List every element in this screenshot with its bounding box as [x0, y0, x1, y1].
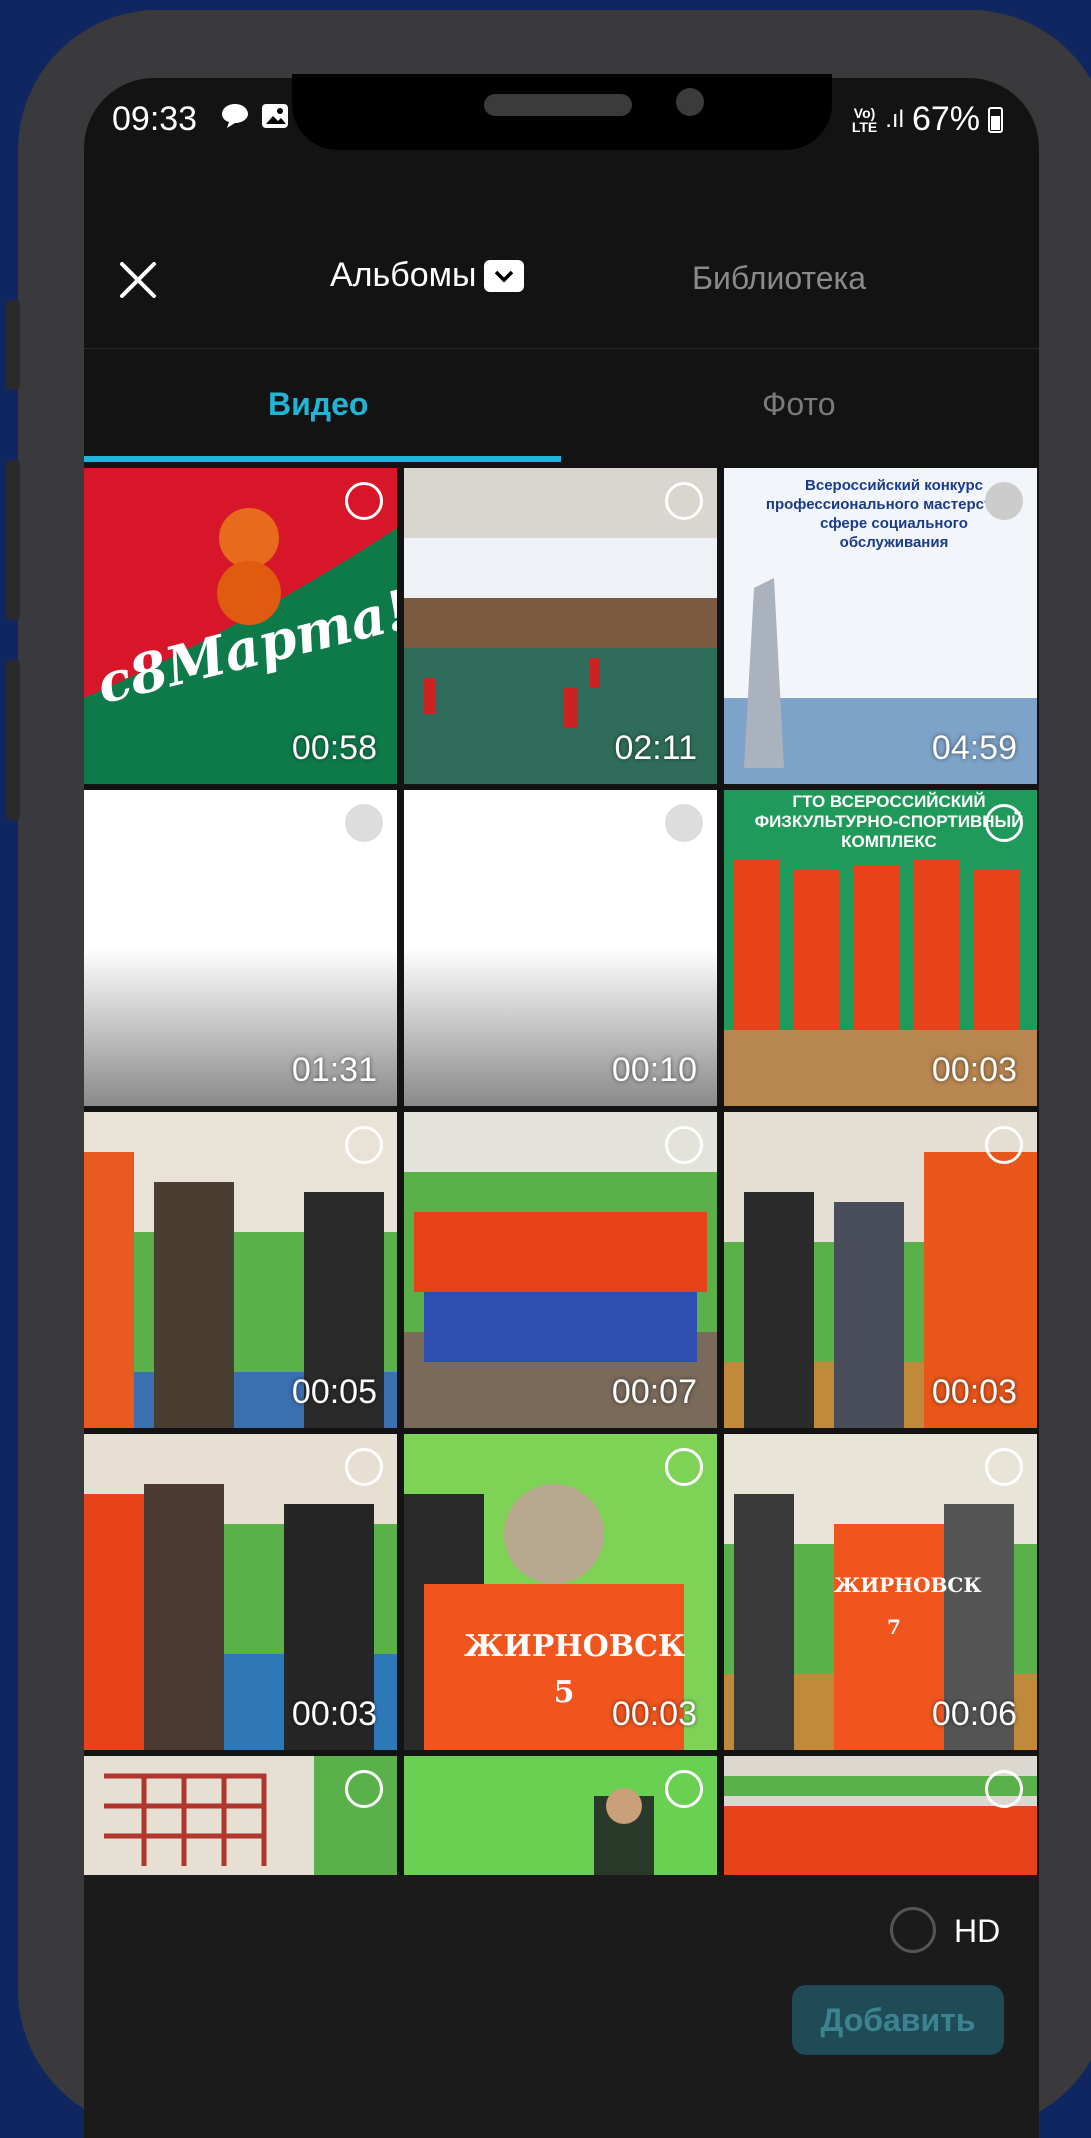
media-thumbnail[interactable]: 00:03	[84, 1434, 397, 1750]
media-thumbnail[interactable]: 00:07	[404, 1112, 717, 1428]
phone-screen: 09:33 Vo) LTE .ıl 67% Альбомы Библиотека…	[84, 78, 1039, 2138]
close-icon[interactable]	[114, 256, 162, 304]
top-bar: Альбомы Библиотека	[84, 208, 1039, 349]
select-circle[interactable]	[345, 482, 383, 520]
hd-label: HD	[954, 1913, 1001, 1949]
video-duration: 00:03	[291, 1695, 377, 1733]
media-thumbnail[interactable]	[404, 1756, 717, 1875]
video-duration: 00:03	[931, 1051, 1017, 1089]
media-tabs: Видео Фото	[84, 350, 1039, 462]
chevron-down-icon	[484, 259, 525, 292]
thumbnail-image	[404, 1756, 717, 1875]
video-duration: 02:11	[614, 729, 697, 767]
media-thumbnail[interactable]: с8Марта! 00:58	[84, 468, 397, 784]
thumbnail-image	[84, 1756, 397, 1875]
camera-notch	[292, 74, 832, 150]
battery-level: 67%	[911, 100, 980, 138]
bottom-panel: HD Добавить	[84, 1875, 1039, 2138]
video-duration: 00:07	[611, 1373, 697, 1411]
video-duration: 01:31	[291, 1051, 377, 1089]
tab-video[interactable]: Видео	[268, 386, 368, 423]
side-button	[6, 300, 20, 390]
video-duration: 04:59	[931, 729, 1017, 767]
media-thumbnail[interactable]: ЖИРНОВСК 7 00:06	[724, 1434, 1037, 1750]
albums-label: Альбомы	[330, 256, 477, 294]
select-circle[interactable]	[345, 1448, 383, 1486]
network-type: Vo) LTE	[852, 106, 877, 134]
select-circle[interactable]	[665, 1448, 703, 1486]
select-circle[interactable]	[985, 804, 1023, 842]
media-thumbnail[interactable]: 01:31	[84, 790, 397, 1106]
tab-photo[interactable]: Фото	[762, 386, 836, 423]
hd-toggle[interactable]	[890, 1907, 936, 1953]
library-tab[interactable]: Библиотека	[692, 260, 866, 297]
media-thumbnail[interactable]: 02:11	[404, 468, 717, 784]
battery-icon	[988, 106, 1003, 133]
select-circle[interactable]	[985, 1126, 1023, 1164]
media-thumbnail[interactable]: 00:10	[404, 790, 717, 1106]
select-circle[interactable]	[985, 1770, 1023, 1808]
video-duration: 00:05	[291, 1373, 377, 1411]
active-tab-indicator	[84, 456, 561, 462]
video-duration: 00:10	[611, 1051, 697, 1089]
media-thumbnail[interactable]: 00:05	[84, 1112, 397, 1428]
message-icon	[220, 102, 250, 137]
select-circle[interactable]	[665, 1126, 703, 1164]
video-duration: 00:03	[931, 1373, 1017, 1411]
thumbnail-caption: ЖИРНОВСК 7	[834, 1573, 982, 1639]
video-duration: 00:06	[931, 1695, 1017, 1733]
select-circle[interactable]	[665, 804, 703, 842]
status-right: Vo) LTE .ıl 67%	[852, 100, 1003, 139]
select-circle[interactable]	[665, 482, 703, 520]
video-duration: 00:58	[291, 729, 377, 767]
thumbnail-caption: Всероссийский конкурс профессионального …	[765, 477, 1023, 551]
add-button[interactable]: Добавить	[792, 1985, 1004, 2055]
media-thumbnail[interactable]: ЖИРНОВСК 5 00:03	[404, 1434, 717, 1750]
media-thumbnail[interactable]: ГТО ВСЕРОССИЙСКИЙ ФИЗКУЛЬТУРНО-СПОРТИВНЫ…	[724, 790, 1037, 1106]
select-circle[interactable]	[345, 1770, 383, 1808]
media-thumbnail[interactable]	[724, 1756, 1037, 1875]
media-thumbnail[interactable]	[84, 1756, 397, 1875]
select-circle[interactable]	[345, 804, 383, 842]
status-time: 09:33	[112, 100, 198, 138]
signal-icon: .ıl	[885, 105, 904, 133]
volume-down-button	[6, 660, 20, 820]
media-thumbnail[interactable]: 00:03	[724, 1112, 1037, 1428]
video-duration: 00:03	[611, 1695, 697, 1733]
lte-label: LTE	[851, 118, 878, 135]
media-grid: с8Марта! 00:58 02:11 Всероссийский конку…	[84, 468, 1039, 1875]
gallery-icon	[260, 102, 290, 137]
media-thumbnail[interactable]: Всероссийский конкурс профессионального …	[724, 468, 1037, 784]
select-circle[interactable]	[345, 1126, 383, 1164]
speaker-icon	[484, 94, 632, 116]
select-circle[interactable]	[665, 1770, 703, 1808]
front-camera-icon	[676, 88, 704, 116]
albums-dropdown[interactable]: Альбомы	[330, 256, 525, 295]
thumbnail-image	[724, 1756, 1037, 1875]
select-circle[interactable]	[985, 1448, 1023, 1486]
select-circle[interactable]	[985, 482, 1023, 520]
volume-up-button	[6, 460, 20, 620]
